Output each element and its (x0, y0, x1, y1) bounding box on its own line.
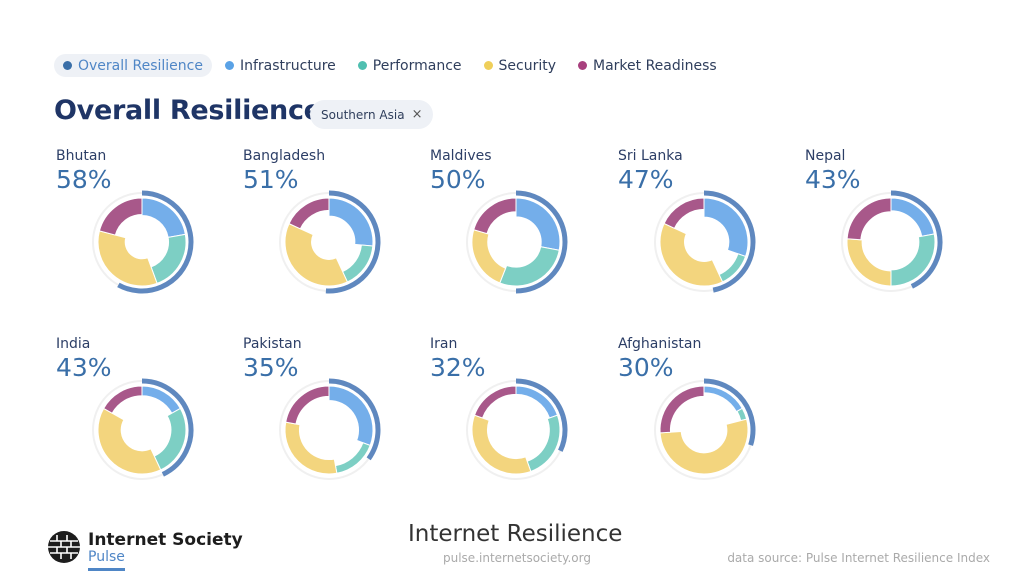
region-filter-label: Southern Asia (321, 107, 405, 122)
legend-label: Market Readiness (593, 57, 717, 74)
region-filter-chip[interactable]: Southern Asia × (310, 100, 434, 129)
slice-infrastructure (515, 197, 561, 251)
country-card[interactable]: Bhutan 58% (56, 148, 226, 318)
country-chart (279, 190, 381, 294)
country-chart (654, 190, 756, 293)
country-card[interactable]: India 43% (56, 336, 226, 506)
footer-title: Internet Resilience (408, 521, 623, 547)
brand-name: Internet Society (88, 530, 243, 550)
close-icon[interactable]: × (412, 107, 423, 122)
slice-infrastructure (328, 197, 374, 247)
legend-dot (63, 61, 72, 70)
legend-dot (224, 61, 234, 70)
data-source: data source: Pulse Internet Resilience I… (727, 551, 990, 565)
legend-item-security[interactable]: Security (475, 54, 566, 77)
footer-url[interactable]: pulse.internetsociety.org (443, 551, 591, 565)
slice-infrastructure (141, 197, 186, 238)
country-chart (92, 378, 194, 480)
slice-performance (718, 253, 747, 283)
slice-performance (890, 233, 936, 287)
slice-performance (334, 442, 371, 474)
slice-market-readiness (473, 197, 517, 235)
slice-market-readiness (473, 385, 517, 419)
slice-performance (526, 414, 561, 473)
legend-item-infrastructure[interactable]: Infrastructure (216, 54, 345, 77)
legend-label: Infrastructure (239, 57, 336, 74)
legend: Overall Resilience Infrastructure Perfor… (54, 54, 730, 77)
slice-performance (150, 233, 187, 284)
slice-performance (736, 407, 748, 422)
country-card[interactable]: Pakistan 35% (243, 336, 413, 506)
slice-market-readiness (663, 197, 705, 229)
slice-security (846, 238, 892, 287)
slice-market-readiness (285, 385, 330, 425)
slice-performance (341, 244, 374, 283)
legend-item-performance[interactable]: Performance (349, 54, 471, 77)
slice-infrastructure (890, 197, 935, 237)
slice-market-readiness (659, 385, 705, 434)
brand-underline (88, 568, 125, 571)
country-card[interactable]: Afghanistan 30% (618, 336, 788, 506)
country-card[interactable]: Nepal 43% (805, 148, 975, 318)
legend-label: Overall Resilience (78, 57, 203, 74)
slice-infrastructure (703, 385, 743, 413)
slice-security (659, 418, 749, 475)
legend-dot (357, 61, 367, 70)
legend-label: Performance (372, 57, 462, 74)
page-title: Overall Resilience (54, 95, 322, 126)
country-card[interactable]: Bangladesh 51% (243, 148, 413, 318)
legend-item-market-readiness[interactable]: Market Readiness (569, 54, 726, 77)
legend-dot (578, 61, 587, 70)
country-chart (466, 190, 568, 294)
country-chart (466, 378, 568, 480)
legend-item-overall[interactable]: Overall Resilience (54, 54, 212, 77)
country-card[interactable]: Sri Lanka 47% (618, 148, 788, 318)
country-chart (92, 190, 194, 294)
country-chart (841, 190, 943, 292)
internet-society-logo-icon (48, 531, 80, 563)
country-chart (654, 378, 756, 480)
slice-security (471, 229, 507, 284)
slice-infrastructure (141, 385, 182, 414)
country-card[interactable]: Maldives 50% (430, 148, 600, 318)
legend-dot (483, 61, 493, 70)
slice-security (97, 230, 158, 287)
brand-sub[interactable]: Pulse (88, 549, 125, 565)
slice-market-readiness (102, 385, 143, 414)
slice-infrastructure (515, 385, 559, 419)
slice-market-readiness (288, 197, 330, 230)
country-chart (279, 378, 381, 480)
slice-security (284, 421, 338, 475)
slice-market-readiness (846, 197, 892, 241)
country-card[interactable]: Iran 32% (430, 336, 600, 506)
legend-label: Security (498, 57, 557, 74)
slice-market-readiness (98, 197, 143, 236)
